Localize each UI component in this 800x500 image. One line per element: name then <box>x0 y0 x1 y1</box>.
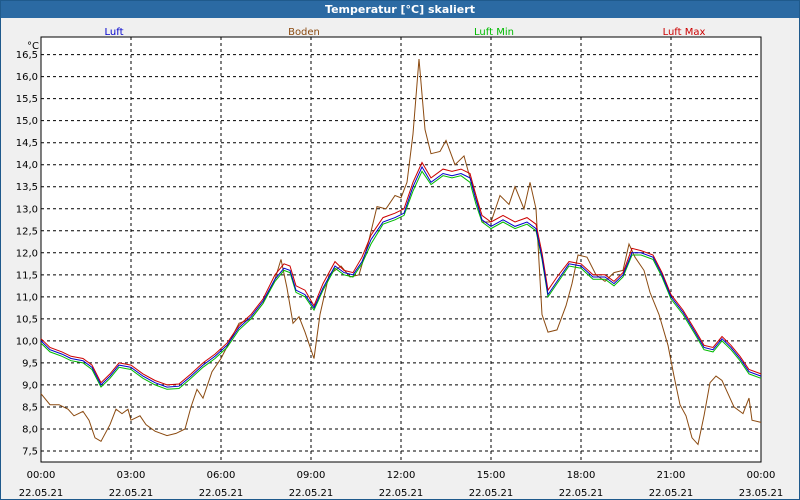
x-tick-time: 06:00 <box>207 470 236 481</box>
x-tick-date: 23.05.21 <box>739 488 784 499</box>
x-tick-date: 22.05.21 <box>199 488 244 499</box>
y-tick-label: 9,0 <box>22 380 38 391</box>
y-tick-label: 9,5 <box>22 358 38 369</box>
x-tick-date: 22.05.21 <box>289 488 334 499</box>
y-tick-label: 16,0 <box>16 72 38 83</box>
x-tick-time: 21:00 <box>657 470 686 481</box>
y-tick-label: 8,5 <box>22 402 38 413</box>
x-tick-date: 22.05.21 <box>559 488 604 499</box>
y-tick-label: 15,0 <box>16 116 38 127</box>
y-tick-label: 14,0 <box>16 160 38 171</box>
x-tick-date: 22.05.21 <box>109 488 154 499</box>
y-tick-label: 12,0 <box>16 248 38 259</box>
window-title: Temperatur [°C] skaliert <box>1 1 799 18</box>
legend-item-luft: Luft <box>105 27 124 38</box>
y-tick-label: 13,0 <box>16 204 38 215</box>
y-axis-label: °C <box>27 41 39 52</box>
y-tick-label: 12,5 <box>16 226 38 237</box>
y-tick-label: 7,5 <box>22 446 38 457</box>
legend-item-boden: Boden <box>288 27 320 38</box>
y-tick-label: 15,5 <box>16 94 38 105</box>
legend-item-luft-max: Luft Max <box>663 27 706 38</box>
x-tick-date: 22.05.21 <box>649 488 694 499</box>
y-tick-label: 14,5 <box>16 138 38 149</box>
y-tick-label: 11,5 <box>16 270 38 281</box>
y-tick-label: 10,5 <box>16 314 38 325</box>
x-tick-time: 15:00 <box>477 470 506 481</box>
x-tick-time: 09:00 <box>297 470 326 481</box>
x-tick-date: 22.05.21 <box>19 488 64 499</box>
chart-window: Temperatur [°C] skaliert 7,5 8,0 8,5 9,0 9,5… <box>0 0 800 500</box>
legend-item-luft-min: Luft Min <box>474 27 514 38</box>
x-tick-date: 22.05.21 <box>469 488 514 499</box>
y-tick-label: 13,5 <box>16 182 38 193</box>
temperature-chart: 7,5 8,0 8,5 9,0 9,5 10,0 10,5 11,0 11,5 12,0 12,5 1… <box>16 27 784 499</box>
x-tick-time: 03:00 <box>117 470 146 481</box>
x-tick-date: 22.05.21 <box>379 488 424 499</box>
y-tick-label: 8,0 <box>22 424 38 435</box>
x-tick-time: 18:00 <box>567 470 596 481</box>
x-tick-time: 00:00 <box>747 470 776 481</box>
y-tick-label: 10,0 <box>16 336 38 347</box>
x-tick-time: 12:00 <box>387 470 416 481</box>
y-tick-label: 11,0 <box>16 292 38 303</box>
x-tick-time: 00:00 <box>27 470 56 481</box>
